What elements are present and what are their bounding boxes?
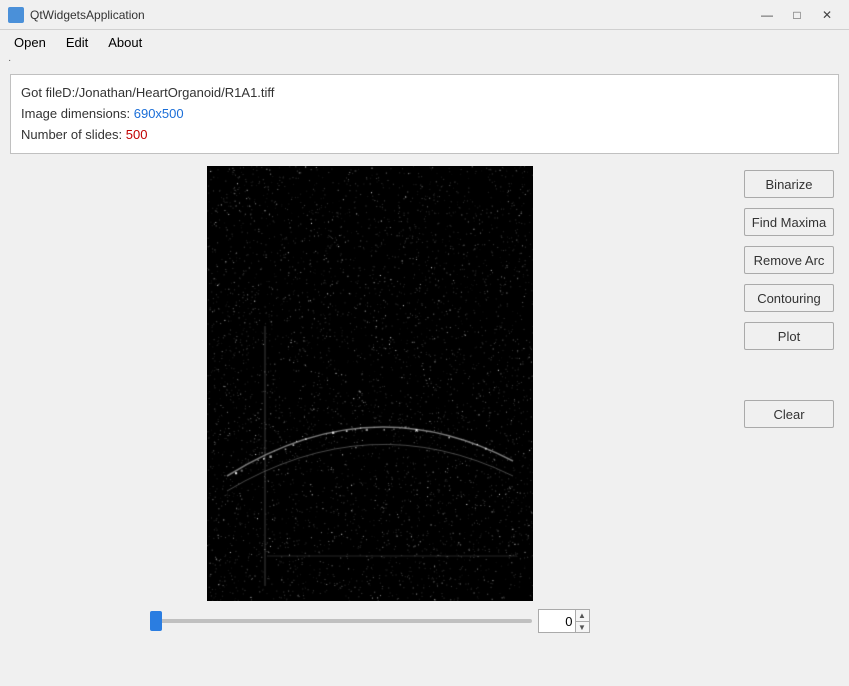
menu-about[interactable]: About [98, 33, 152, 52]
image-area: ▲ ▼ [10, 166, 729, 686]
info-line-3: Number of slides: 500 [21, 125, 828, 146]
slider-background [150, 619, 532, 623]
plot-button[interactable]: Plot [744, 322, 834, 350]
app-title: QtWidgetsApplication [30, 8, 145, 22]
buttons-panel: Binarize Find Maxima Remove Arc Contouri… [739, 166, 839, 686]
main-area: ▲ ▼ Binarize Find Maxima Remove Arc Cont… [0, 160, 849, 686]
info-line-1: Got fileD:/Jonathan/HeartOrganoid/R1A1.t… [21, 83, 828, 104]
info-slides-label: Number of slides: [21, 127, 126, 142]
slider-track[interactable] [150, 611, 532, 631]
minimize-button[interactable]: — [753, 5, 781, 25]
menu-edit[interactable]: Edit [56, 33, 98, 52]
remove-arc-button[interactable]: Remove Arc [744, 246, 834, 274]
slide-value-input[interactable] [539, 610, 575, 632]
menu-open[interactable]: Open [4, 33, 56, 52]
binarize-button[interactable]: Binarize [744, 170, 834, 198]
slider-row: ▲ ▼ [150, 609, 590, 633]
info-box: Got fileD:/Jonathan/HeartOrganoid/R1A1.t… [10, 74, 839, 154]
info-line-2: Image dimensions: 690x500 [21, 104, 828, 125]
maximize-button[interactable]: □ [783, 5, 811, 25]
info-dimensions-value: 690x500 [134, 106, 184, 121]
window-controls: — □ ✕ [753, 5, 841, 25]
image-canvas [207, 166, 533, 601]
spinbox-arrows: ▲ ▼ [575, 610, 589, 632]
app-icon [8, 7, 24, 23]
close-button[interactable]: ✕ [813, 5, 841, 25]
dot-indicator: · [0, 54, 849, 68]
title-bar-left: QtWidgetsApplication [8, 7, 145, 23]
info-slides-value: 500 [126, 127, 148, 142]
contouring-button[interactable]: Contouring [744, 284, 834, 312]
title-bar: QtWidgetsApplication — □ ✕ [0, 0, 849, 30]
slider-thumb[interactable] [150, 611, 162, 631]
menu-bar: Open Edit About [0, 30, 849, 54]
clear-button[interactable]: Clear [744, 400, 834, 428]
spin-up-button[interactable]: ▲ [576, 610, 589, 622]
spin-down-button[interactable]: ▼ [576, 622, 589, 633]
microscopy-image [207, 166, 533, 601]
slide-spinbox[interactable]: ▲ ▼ [538, 609, 590, 633]
info-dimensions-label: Image dimensions: [21, 106, 134, 121]
find-maxima-button[interactable]: Find Maxima [744, 208, 834, 236]
